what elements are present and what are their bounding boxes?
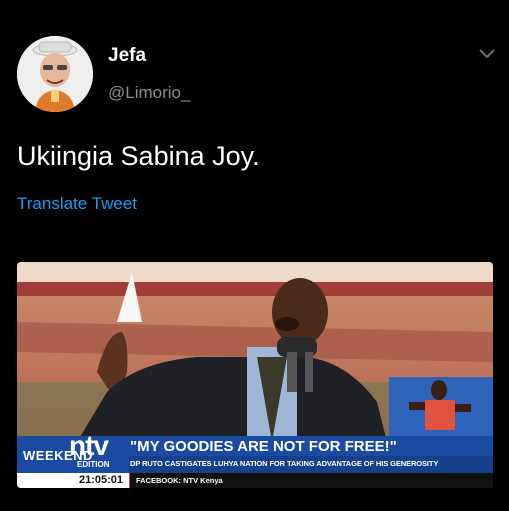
tweet-media-image[interactable]: WEEKEND ntv EDITION "MY GOODIES ARE NOT … bbox=[17, 262, 493, 488]
chevron-down-icon[interactable] bbox=[478, 48, 496, 60]
broadcast-clock: 21:05:01 bbox=[17, 473, 129, 488]
ticker-subheadline: DP RUTO CASTIGATES LUHYA NATION FOR TAKI… bbox=[130, 459, 439, 468]
author-handle[interactable]: @Limorio_ bbox=[108, 83, 190, 103]
translate-tweet-link[interactable]: Translate Tweet bbox=[17, 194, 137, 214]
ticker-footer: FACEBOOK: NTV Kenya bbox=[130, 473, 493, 488]
avatar[interactable] bbox=[17, 36, 93, 112]
ntv-logo: ntv bbox=[69, 430, 109, 461]
ticker-headline: "MY GOODIES ARE NOT FOR FREE!" bbox=[130, 438, 397, 455]
edition-label: EDITION bbox=[75, 460, 112, 469]
avatar-caricature bbox=[17, 36, 93, 112]
author-name[interactable]: Jefa bbox=[108, 45, 146, 67]
tweet-text: Ukiingia Sabina Joy. bbox=[17, 141, 260, 171]
